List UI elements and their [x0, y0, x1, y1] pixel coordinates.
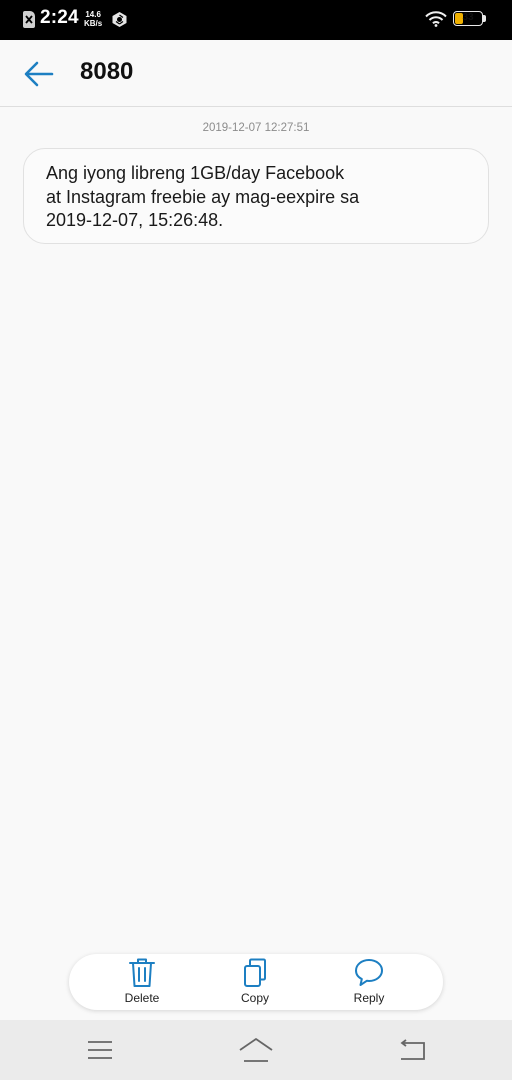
sim-card-icon: [23, 11, 35, 28]
message-timestamp: 2019-12-07 12:27:51: [202, 122, 310, 134]
conversation-header: 8080: [0, 40, 512, 107]
network-speed: 14.6 KB/s: [84, 10, 102, 28]
status-bar: 2:24 14.6 KB/s 33: [0, 0, 512, 40]
home-button[interactable]: [236, 1034, 276, 1066]
wifi-icon: [425, 11, 447, 31]
arrow-left-icon: [24, 61, 54, 87]
app-notification-icon: [111, 11, 128, 32]
back-nav-button[interactable]: [392, 1034, 432, 1066]
home-icon: [239, 1038, 273, 1062]
network-speed-unit: KB/s: [84, 19, 103, 28]
page-title: 8080: [80, 58, 134, 85]
network-speed-value: 14.6: [85, 10, 101, 19]
trash-icon: [129, 958, 155, 987]
copy-label: Copy: [240, 991, 269, 1005]
back-button[interactable]: [20, 55, 58, 93]
reply-button[interactable]: Reply: [319, 954, 419, 1010]
battery-level: 33: [462, 12, 474, 23]
copy-button[interactable]: Copy: [205, 954, 305, 1010]
message-line: 2019-12-07, 15:26:48.: [46, 210, 224, 230]
message-bubble[interactable]: Ang iyong libreng 1GB/day Facebook at In…: [23, 148, 489, 244]
battery-tip: [483, 15, 486, 22]
reply-label: Reply: [353, 991, 385, 1005]
menu-icon: [88, 1041, 112, 1059]
copy-icon: [244, 958, 266, 987]
system-navigation-bar: [0, 1020, 512, 1080]
delete-button[interactable]: Delete: [92, 954, 192, 1010]
menu-button[interactable]: [80, 1034, 120, 1066]
chat-bubble-icon: [355, 959, 383, 986]
status-time: 2:24: [40, 7, 79, 28]
back-icon: [400, 1039, 425, 1060]
message-line: at Instagram freebie ay mag-eexpire sa: [46, 186, 360, 207]
delete-label: Delete: [124, 991, 160, 1005]
battery-icon: 33: [453, 11, 483, 26]
message-action-bar: Delete Copy Reply: [69, 954, 443, 1010]
message-line: Ang iyong libreng 1GB/day Facebook: [46, 163, 345, 183]
